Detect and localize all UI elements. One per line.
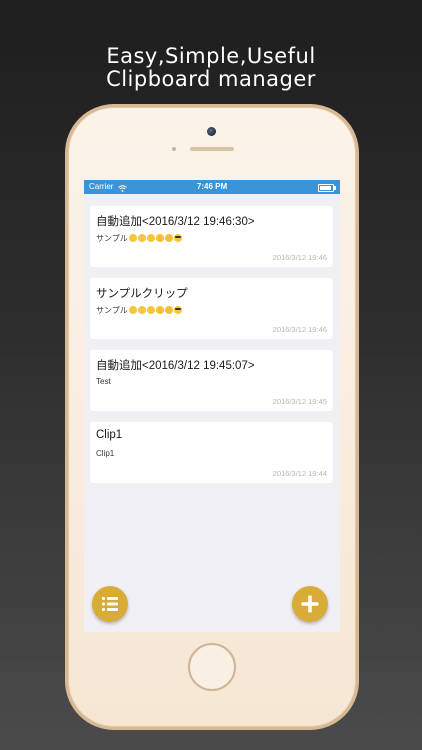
smile-emoji-icon [137,306,146,314]
plus-icon [301,595,319,613]
headline-line-1: Easy,Simple,Useful [106,44,316,68]
status-bar: Carrier 7:46 PM [84,180,340,194]
clip-title: サンプルクリップ [96,288,188,300]
clip-body: Clip1 [96,449,115,458]
battery-icon [318,184,336,192]
clip-date: 2016/3/12 19:44 [272,469,327,478]
grin-emoji-icon [128,306,137,314]
clip-card[interactable]: 自動追加<2016/3/12 19:46:30> サンプル 2016/3/12 … [90,206,333,267]
clip-card[interactable]: 自動追加<2016/3/12 19:45:07> Test 2016/3/12 … [90,350,333,411]
headline-line-2: Clipboard manager [106,67,316,91]
happy-emoji-icon [146,306,155,314]
front-camera [207,127,216,136]
relieved-emoji-icon [155,306,164,314]
smile-emoji-icon [137,234,146,242]
clip-title: Clip1 [96,429,123,441]
add-clip-button[interactable] [292,586,328,622]
grin-emoji-icon [128,234,137,242]
clip-title: 自動追加<2016/3/12 19:46:30> [96,216,255,228]
clip-body-text: サンプル [96,234,128,243]
home-button[interactable] [188,643,236,691]
clip-body: サンプル [96,305,182,316]
app-screen: Carrier 7:46 PM 自動追加<2016/3/12 19:46:30>… [84,180,340,632]
status-time: 7:46 PM [196,182,228,191]
list-icon [101,596,118,612]
clip-body: サンプル [96,233,182,244]
clip-card[interactable]: サンプルクリップ サンプル 2016/3/12 19:46 [90,278,333,339]
clip-body-text: サンプル [96,306,128,315]
earpiece-speaker [190,147,234,151]
blush-emoji-icon [164,234,173,242]
clip-card[interactable]: Clip1 Clip1 2016/3/12 19:44 [90,422,333,483]
clip-date: 2016/3/12 19:45 [272,397,327,406]
clip-date: 2016/3/12 19:46 [272,325,327,334]
sunglasses-emoji-icon [173,234,182,242]
sunglasses-emoji-icon [173,306,182,314]
proximity-sensor [172,147,176,151]
clip-date: 2016/3/12 19:46 [272,253,327,262]
clip-body: Test [96,377,111,386]
clip-list-button[interactable] [92,586,128,622]
clip-title: 自動追加<2016/3/12 19:45:07> [96,360,255,372]
blush-emoji-icon [164,306,173,314]
relieved-emoji-icon [155,234,164,242]
happy-emoji-icon [146,234,155,242]
